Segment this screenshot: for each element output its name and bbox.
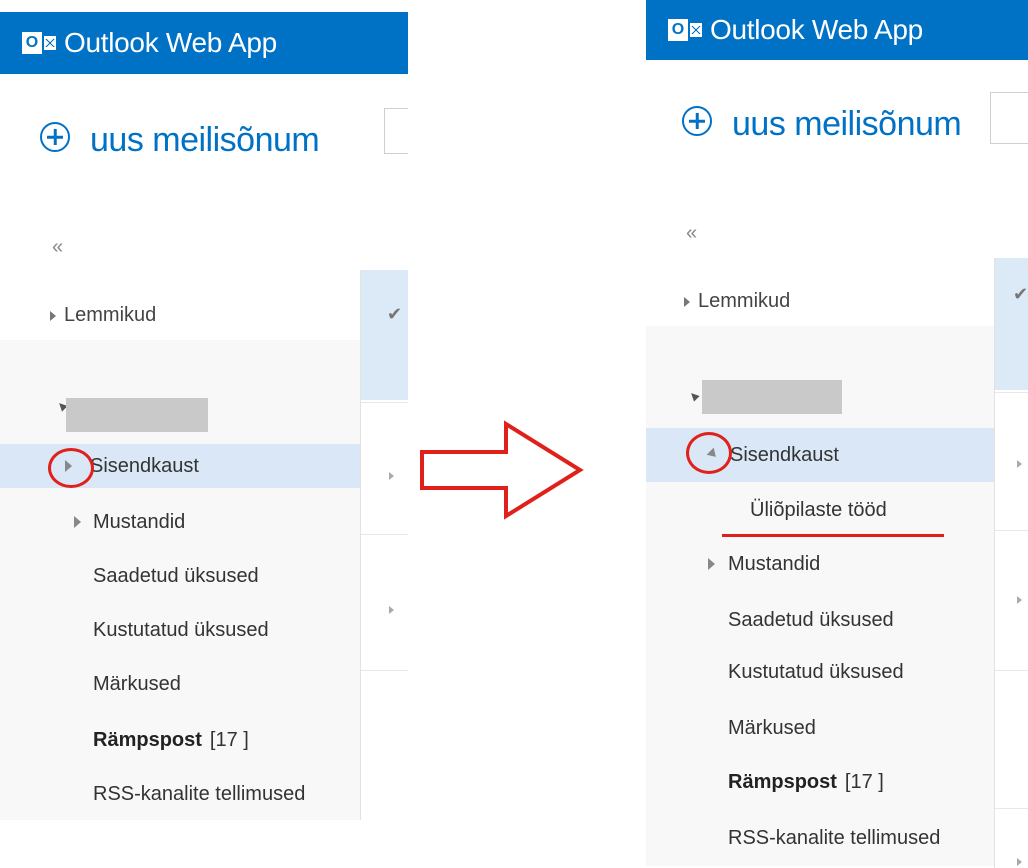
folder-label: Sisendkaust (730, 443, 839, 466)
folder-label: Rämpspost (728, 770, 837, 793)
search-box-edge[interactable] (384, 108, 408, 154)
check-icon[interactable]: ✔ (1013, 284, 1028, 305)
account-expand-icon[interactable] (688, 390, 700, 402)
expand-arrow-icon (684, 296, 690, 307)
annotation-underline (722, 534, 944, 537)
app-title: Outlook Web App (64, 27, 277, 58)
folder-student-works[interactable]: Üliõpilaste tööd (646, 488, 1006, 532)
favorites-label: Lemmikud (64, 304, 157, 326)
folder-rss[interactable]: RSS-kanalite tellimused (646, 816, 1006, 860)
folder-rss[interactable]: RSS-kanalite tellimused (0, 772, 360, 816)
folder-sent[interactable]: Saadetud üksused (646, 598, 1006, 642)
unread-count: [17 ] (209, 728, 249, 751)
row-separator (995, 808, 1028, 809)
folder-label: RSS-kanalite tellimused (93, 782, 306, 805)
row-separator (995, 530, 1028, 531)
folder-drafts[interactable]: Mustandid (0, 500, 360, 544)
folder-junk[interactable]: Rämpspost [17 ] (0, 718, 360, 762)
unread-count: [17 ] (844, 770, 884, 793)
folder-label: Märkused (93, 672, 181, 695)
message-list-edge: ✔ (994, 258, 1028, 868)
account-expand-icon[interactable] (56, 400, 68, 412)
app-title: Outlook Web App (710, 14, 923, 45)
expand-arrow-icon[interactable] (74, 516, 81, 528)
folder-deleted[interactable]: Kustutatud üksused (0, 608, 360, 652)
favorites-section[interactable]: Lemmikud (50, 304, 156, 327)
row-separator (361, 402, 408, 403)
folder-label: Kustutatud üksused (93, 618, 269, 641)
expand-arrow-icon[interactable] (389, 606, 394, 614)
folder-label: Sisendkaust (90, 454, 199, 477)
favorites-label: Lemmikud (698, 290, 791, 312)
folder-label: Kustutatud üksused (728, 660, 904, 683)
row-separator (995, 670, 1028, 671)
folder-deleted[interactable]: Kustutatud üksused (646, 650, 1006, 694)
app-header: O Outlook Web App (0, 12, 408, 74)
annotation-circle (686, 432, 732, 474)
check-icon[interactable]: ✔ (387, 304, 402, 325)
app-header: O Outlook Web App (646, 0, 1028, 60)
outlook-logo-icon: O (668, 19, 702, 41)
folder-label: Rämpspost (93, 728, 202, 751)
message-row-selected[interactable] (995, 258, 1028, 390)
folder-label: Mustandid (728, 552, 821, 575)
expand-arrow-icon[interactable] (708, 558, 715, 570)
collapse-pane-button[interactable]: « (686, 222, 697, 245)
expand-arrow-icon[interactable] (1017, 858, 1022, 866)
outlook-logo-icon: O (22, 32, 56, 54)
folder-label: Saadetud üksused (93, 564, 259, 587)
expand-arrow-icon[interactable] (1017, 460, 1022, 468)
folder-sent[interactable]: Saadetud üksused (0, 554, 360, 598)
folder-notes[interactable]: Märkused (0, 662, 360, 706)
folder-label: Mustandid (93, 510, 186, 533)
new-mail-label: uus meilisõnum (90, 121, 320, 159)
folder-notes[interactable]: Märkused (646, 706, 1006, 750)
annotation-circle (48, 448, 94, 488)
subfolder-label: Üliõpilaste tööd (750, 498, 887, 521)
message-list-edge: ✔ (360, 270, 408, 820)
account-name-redacted (702, 380, 842, 414)
favorites-section[interactable]: Lemmikud (684, 290, 790, 313)
expand-arrow-icon[interactable] (389, 472, 394, 480)
panel-after: O Outlook Web App uus meilisõnum « Lemmi… (646, 0, 1028, 868)
row-separator (995, 392, 1028, 393)
folder-drafts[interactable]: Mustandid (646, 542, 1006, 586)
folder-junk[interactable]: Rämpspost [17 ] (646, 760, 1006, 804)
message-row-selected[interactable] (361, 270, 408, 400)
folder-label: Märkused (728, 716, 816, 739)
new-mail-label: uus meilisõnum (732, 105, 962, 143)
plus-circle-icon (40, 122, 70, 152)
row-separator (361, 670, 408, 671)
expand-arrow-icon[interactable] (1017, 596, 1022, 604)
collapse-pane-button[interactable]: « (52, 236, 63, 259)
row-separator (361, 534, 408, 535)
account-name-redacted (66, 398, 208, 432)
folder-label: RSS-kanalite tellimused (728, 826, 941, 849)
plus-circle-icon (682, 106, 712, 136)
folder-label: Saadetud üksused (728, 608, 894, 631)
transition-arrow-icon (420, 420, 584, 520)
expand-arrow-icon (50, 310, 56, 321)
panel-before: O Outlook Web App uus meilisõnum « Lemmi… (0, 0, 408, 868)
